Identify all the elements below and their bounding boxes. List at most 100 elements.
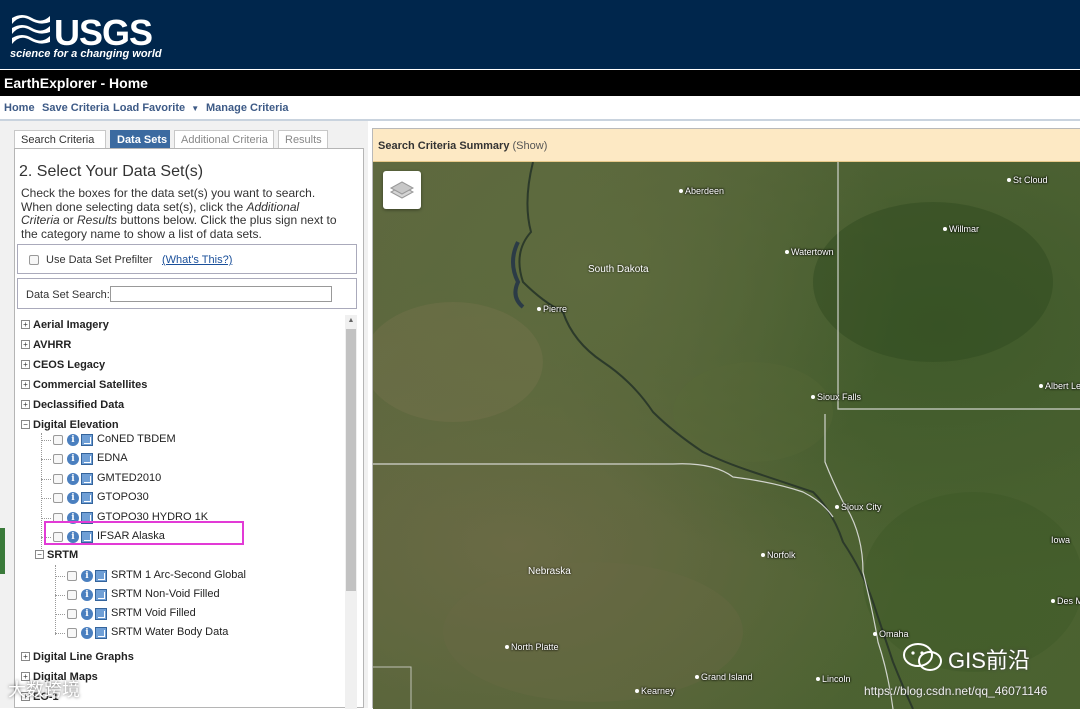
nav-home-link[interactable]: Home bbox=[4, 102, 35, 114]
summary-title: Search Criteria Summary (Show) bbox=[378, 140, 548, 152]
metadata-icon[interactable] bbox=[81, 492, 93, 504]
map-city-label: Grand Island bbox=[695, 672, 753, 682]
collapse-minus-icon[interactable]: − bbox=[35, 550, 44, 559]
map-city-label: Norfolk bbox=[761, 550, 796, 560]
collapse-minus-icon[interactable]: − bbox=[21, 420, 30, 429]
nav-save-criteria-link[interactable]: Save Criteria bbox=[42, 102, 109, 114]
tab-search-criteria[interactable]: Search Criteria bbox=[14, 130, 106, 149]
nav-load-favorite-menu[interactable]: Load Favorite ▼ bbox=[113, 102, 199, 114]
tree-guide-line bbox=[41, 498, 51, 499]
metadata-icon[interactable] bbox=[81, 434, 93, 446]
dataset-checkbox[interactable] bbox=[67, 590, 77, 600]
map-city-label: Sioux Falls bbox=[811, 392, 861, 402]
usgs-logo[interactable]: USGS science for a changing world bbox=[10, 8, 162, 62]
tab-additional-criteria[interactable]: Additional Criteria bbox=[174, 130, 274, 149]
info-icon[interactable]: i bbox=[81, 627, 93, 639]
dataset-label: SRTM Non-Void Filled bbox=[111, 588, 220, 600]
map-state-label: South Dakota bbox=[588, 264, 649, 275]
map-city-label: Watertown bbox=[785, 247, 834, 257]
dataset-checkbox[interactable] bbox=[67, 609, 77, 619]
tree-guide-line bbox=[55, 614, 65, 615]
dataset-checkbox[interactable] bbox=[53, 454, 63, 464]
dataset-checkbox[interactable] bbox=[53, 474, 63, 484]
tree-guide-line bbox=[41, 518, 51, 519]
expand-plus-icon[interactable]: + bbox=[21, 400, 30, 409]
scroll-thumb[interactable] bbox=[346, 329, 356, 591]
dataset-label: GMTED2010 bbox=[97, 472, 162, 484]
map-city-label: Kearney bbox=[635, 686, 675, 696]
dataset-search-input[interactable] bbox=[110, 286, 332, 302]
map-city-label: Sioux City bbox=[835, 502, 882, 512]
tree-category-digital-line-graphs[interactable]: + Digital Line Graphs bbox=[21, 651, 134, 663]
dataset-item: i CoNED TBDEM bbox=[53, 433, 253, 447]
chevron-down-icon: ▼ bbox=[191, 104, 200, 113]
side-edge-tab[interactable] bbox=[0, 528, 5, 574]
expand-plus-icon[interactable]: + bbox=[21, 652, 30, 661]
tree-category-declassified-data[interactable]: + Declassified Data bbox=[21, 399, 124, 411]
dataset-checkbox[interactable] bbox=[67, 628, 77, 638]
map-city-label: North Platte bbox=[505, 642, 559, 652]
map-panel: Search Criteria Summary (Show) South Dak… bbox=[372, 128, 1080, 709]
satellite-map[interactable]: South Dakota Nebraska Aberdeen St Cloud … bbox=[373, 162, 1080, 709]
tree-category-aerial-imagery[interactable]: + Aerial Imagery bbox=[21, 319, 109, 331]
summary-show-link[interactable]: (Show) bbox=[513, 140, 548, 152]
metadata-icon[interactable] bbox=[95, 608, 107, 620]
tab-data-sets[interactable]: Data Sets bbox=[110, 130, 170, 149]
dataset-item: i GMTED2010 bbox=[53, 472, 253, 486]
tree-category-digital-elevation[interactable]: − Digital Elevation bbox=[21, 419, 119, 431]
layers-button[interactable] bbox=[383, 171, 421, 209]
info-icon[interactable]: i bbox=[81, 589, 93, 601]
nav-manage-criteria-link[interactable]: Manage Criteria bbox=[206, 102, 289, 114]
dataset-search-box: Data Set Search: bbox=[17, 278, 357, 309]
dataset-checkbox[interactable] bbox=[53, 493, 63, 503]
left-watermark: 大数跨境 bbox=[8, 680, 80, 700]
metadata-icon[interactable] bbox=[81, 473, 93, 485]
instructions-text: Check the boxes for the data set(s) you … bbox=[21, 186, 337, 241]
info-icon[interactable]: i bbox=[81, 570, 93, 582]
data-sets-panel: 2. Select Your Data Set(s) Check the box… bbox=[14, 148, 364, 709]
tab-results[interactable]: Results bbox=[278, 130, 328, 149]
whats-this-link[interactable]: (What's This?) bbox=[162, 254, 232, 266]
info-icon[interactable]: i bbox=[81, 608, 93, 620]
info-icon[interactable]: i bbox=[67, 492, 79, 504]
tree-guide-line bbox=[41, 440, 51, 441]
tree-guide-line bbox=[55, 576, 65, 577]
top-navigation: Home Save Criteria Load Favorite ▼ Manag… bbox=[0, 96, 1080, 121]
dataset-item: i SRTM 1 Arc-Second Global bbox=[67, 569, 267, 583]
metadata-icon[interactable] bbox=[95, 570, 107, 582]
tree-category-commercial-satellites[interactable]: + Commercial Satellites bbox=[21, 379, 147, 391]
info-icon[interactable]: i bbox=[67, 473, 79, 485]
prefilter-checkbox[interactable] bbox=[29, 255, 39, 265]
dataset-label: GTOPO30 bbox=[97, 491, 149, 503]
search-criteria-summary-bar[interactable]: Search Criteria Summary (Show) bbox=[373, 129, 1080, 162]
dataset-checkbox[interactable] bbox=[67, 571, 77, 581]
wechat-brand-text: GIS前沿 bbox=[948, 648, 1030, 673]
metadata-icon[interactable] bbox=[95, 589, 107, 601]
blog-url-watermark: https://blog.csdn.net/qq_46071146 bbox=[864, 684, 1048, 698]
tree-subcategory-srtm[interactable]: − SRTM bbox=[35, 549, 78, 561]
metadata-icon[interactable] bbox=[81, 453, 93, 465]
expand-plus-icon[interactable]: + bbox=[21, 360, 30, 369]
info-icon[interactable]: i bbox=[67, 434, 79, 446]
map-city-label: Aberdeen bbox=[679, 186, 724, 196]
tree-category-ceos-legacy[interactable]: + CEOS Legacy bbox=[21, 359, 105, 371]
expand-plus-icon[interactable]: + bbox=[21, 320, 30, 329]
dataset-item: i SRTM Void Filled bbox=[67, 607, 267, 621]
info-icon[interactable]: i bbox=[67, 453, 79, 465]
dataset-checkbox[interactable] bbox=[53, 435, 63, 445]
map-city-label: Albert Le bbox=[1039, 381, 1080, 391]
tree-scrollbar[interactable]: ▲ bbox=[345, 315, 357, 709]
dataset-label: SRTM Void Filled bbox=[111, 607, 196, 619]
map-state-label: Nebraska bbox=[528, 566, 571, 577]
tree-guide-line bbox=[41, 459, 51, 460]
expand-plus-icon[interactable]: + bbox=[21, 380, 30, 389]
expand-plus-icon[interactable]: + bbox=[21, 340, 30, 349]
dataset-label: CoNED TBDEM bbox=[97, 433, 176, 445]
scroll-up-icon[interactable]: ▲ bbox=[345, 315, 357, 327]
map-city-label: Des M bbox=[1051, 596, 1080, 606]
tree-category-avhrr[interactable]: + AVHRR bbox=[21, 339, 71, 351]
app-titlebar: EarthExplorer - Home bbox=[0, 70, 1080, 96]
dataset-tree: + Aerial Imagery + AVHRR + CEOS Legacy + Com… bbox=[19, 315, 357, 709]
layers-icon bbox=[389, 181, 415, 199]
metadata-icon[interactable] bbox=[95, 627, 107, 639]
